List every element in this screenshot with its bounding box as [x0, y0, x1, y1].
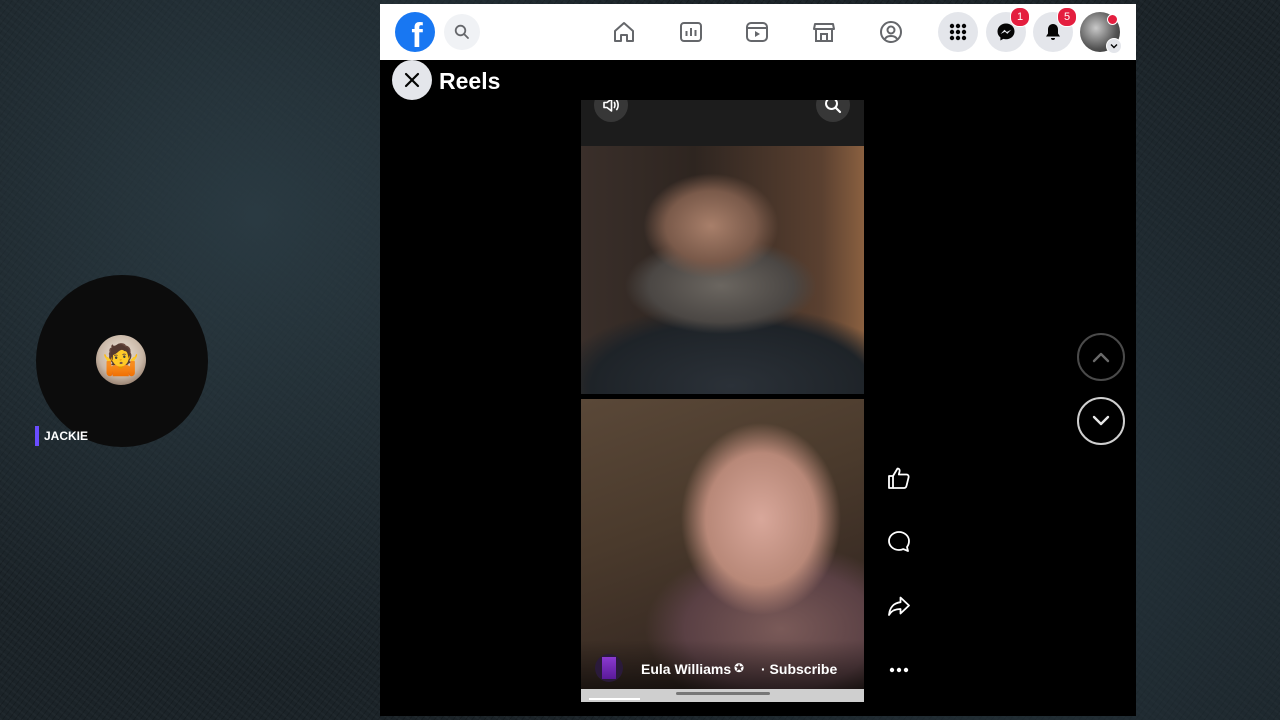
verified-badge-icon: ✪ — [734, 661, 745, 675]
share-icon — [888, 596, 910, 616]
search-button[interactable] — [444, 14, 480, 50]
nav-professional-dashboard[interactable] — [677, 18, 705, 46]
like-button[interactable] — [883, 462, 915, 494]
streamer-name: JACKIE — [44, 429, 89, 443]
account-menu-chevron[interactable] — [1106, 38, 1122, 54]
next-reel-button[interactable] — [1077, 397, 1125, 445]
comment-button[interactable] — [883, 526, 915, 558]
nav-groups[interactable] — [877, 18, 905, 46]
notifications-button[interactable]: 5 — [1033, 7, 1077, 52]
facebook-window: f 1 5 Reels Eula Williams ✪ · Subscribe — [380, 4, 1136, 716]
top-navigation-bar: f 1 5 — [380, 4, 1136, 60]
groups-icon — [880, 21, 902, 43]
channel-avatar[interactable] — [595, 654, 623, 682]
reels-icon — [746, 22, 768, 42]
video-top-bar — [581, 100, 864, 146]
video-caption-bar: Eula Williams ✪ · Subscribe — [581, 640, 864, 690]
subscribe-link[interactable]: · Subscribe — [761, 661, 837, 677]
video-bottom-bar — [581, 689, 864, 702]
comment-icon — [888, 531, 910, 552]
nav-home[interactable] — [610, 18, 638, 46]
marketplace-icon — [813, 23, 835, 42]
facebook-logo[interactable]: f — [395, 12, 435, 55]
share-button[interactable] — [883, 590, 915, 622]
streamer-avatar: 🤷 — [96, 335, 146, 385]
avatar-status-dot — [1107, 14, 1118, 25]
reels-title: Reels — [439, 68, 501, 94]
streamer-name-accent — [35, 426, 39, 446]
close-reels-button[interactable] — [392, 60, 432, 100]
nav-reels[interactable] — [743, 18, 771, 46]
chevron-down-icon — [1110, 44, 1118, 49]
account-avatar[interactable] — [1080, 12, 1122, 54]
menu-grid-icon — [949, 23, 967, 41]
chevron-down-icon — [1092, 415, 1110, 426]
streamer-cam-bubble: 🤷 — [36, 275, 208, 447]
close-icon — [404, 72, 420, 88]
search-icon — [825, 100, 842, 114]
streamer-name-tag: JACKIE — [35, 426, 88, 446]
video-progress-bar[interactable] — [589, 698, 640, 700]
video-search-button[interactable] — [816, 100, 850, 122]
notifications-badge: 5 — [1057, 7, 1077, 27]
menu-button[interactable] — [938, 12, 978, 52]
mute-button[interactable] — [594, 100, 628, 122]
thumbs-up-icon — [888, 467, 910, 489]
volume-icon — [603, 100, 619, 112]
messenger-badge: 1 — [1010, 7, 1030, 27]
channel-avatar-image — [602, 657, 616, 679]
chevron-up-icon — [1092, 352, 1110, 363]
reel-video-player[interactable]: Eula Williams ✪ · Subscribe — [581, 100, 864, 702]
home-icon — [614, 22, 634, 42]
home-indicator — [676, 692, 770, 695]
facebook-logo-letter: f — [411, 16, 423, 55]
nav-marketplace[interactable] — [810, 18, 838, 46]
video-frame-top — [581, 146, 864, 394]
more-options-button[interactable] — [883, 654, 915, 686]
chart-icon — [680, 22, 702, 42]
messenger-button[interactable]: 1 — [986, 7, 1030, 52]
more-dots-icon — [889, 667, 909, 673]
streamer-avatar-emoji: 🤷 — [102, 343, 140, 377]
search-icon — [454, 24, 469, 39]
channel-name[interactable]: Eula Williams — [641, 661, 731, 677]
previous-reel-button[interactable] — [1077, 333, 1125, 381]
